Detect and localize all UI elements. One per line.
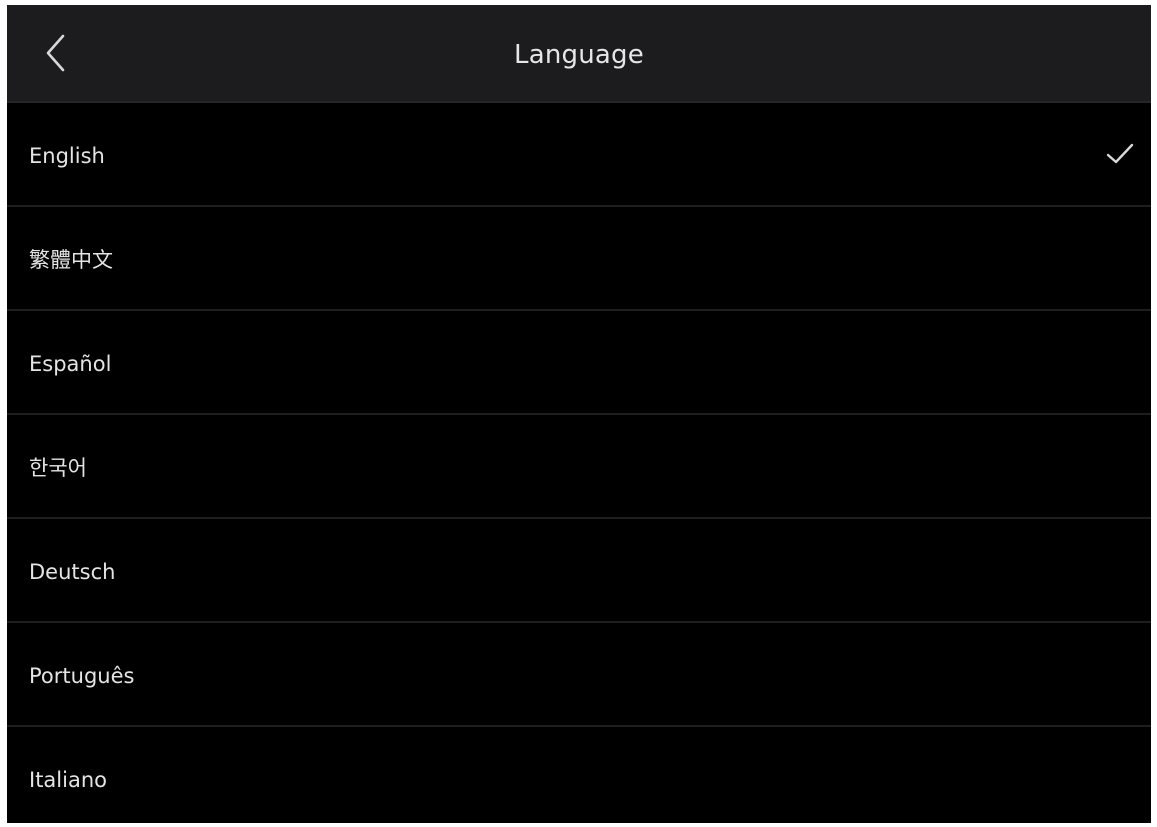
- language-item-spanish[interactable]: Español: [7, 311, 1151, 415]
- language-settings-screen: Language English 繁體中文 Español 한국어 Deutsc…: [7, 5, 1151, 823]
- language-item-english[interactable]: English: [7, 103, 1151, 207]
- chevron-left-icon: [46, 34, 65, 72]
- language-item-traditional-chinese[interactable]: 繁體中文: [7, 207, 1151, 311]
- checkmark-icon: [1106, 143, 1134, 164]
- language-item-german[interactable]: Deutsch: [7, 519, 1151, 623]
- language-item-portuguese[interactable]: Português: [7, 623, 1151, 727]
- language-list: English 繁體中文 Español 한국어 Deutsch Portugu…: [7, 103, 1151, 823]
- language-label: Deutsch: [29, 560, 116, 584]
- top-bar: Language: [7, 5, 1151, 103]
- language-label: 한국어: [29, 456, 87, 480]
- language-item-korean[interactable]: 한국어: [7, 415, 1151, 519]
- language-label: 繁體中文: [29, 248, 113, 272]
- back-button[interactable]: [31, 27, 81, 79]
- language-item-italian[interactable]: Italiano: [7, 727, 1151, 823]
- language-label: English: [29, 144, 105, 168]
- language-label: Italiano: [29, 768, 107, 792]
- language-label: Português: [29, 664, 135, 688]
- page-title: Language: [514, 40, 644, 70]
- language-label: Español: [29, 352, 112, 376]
